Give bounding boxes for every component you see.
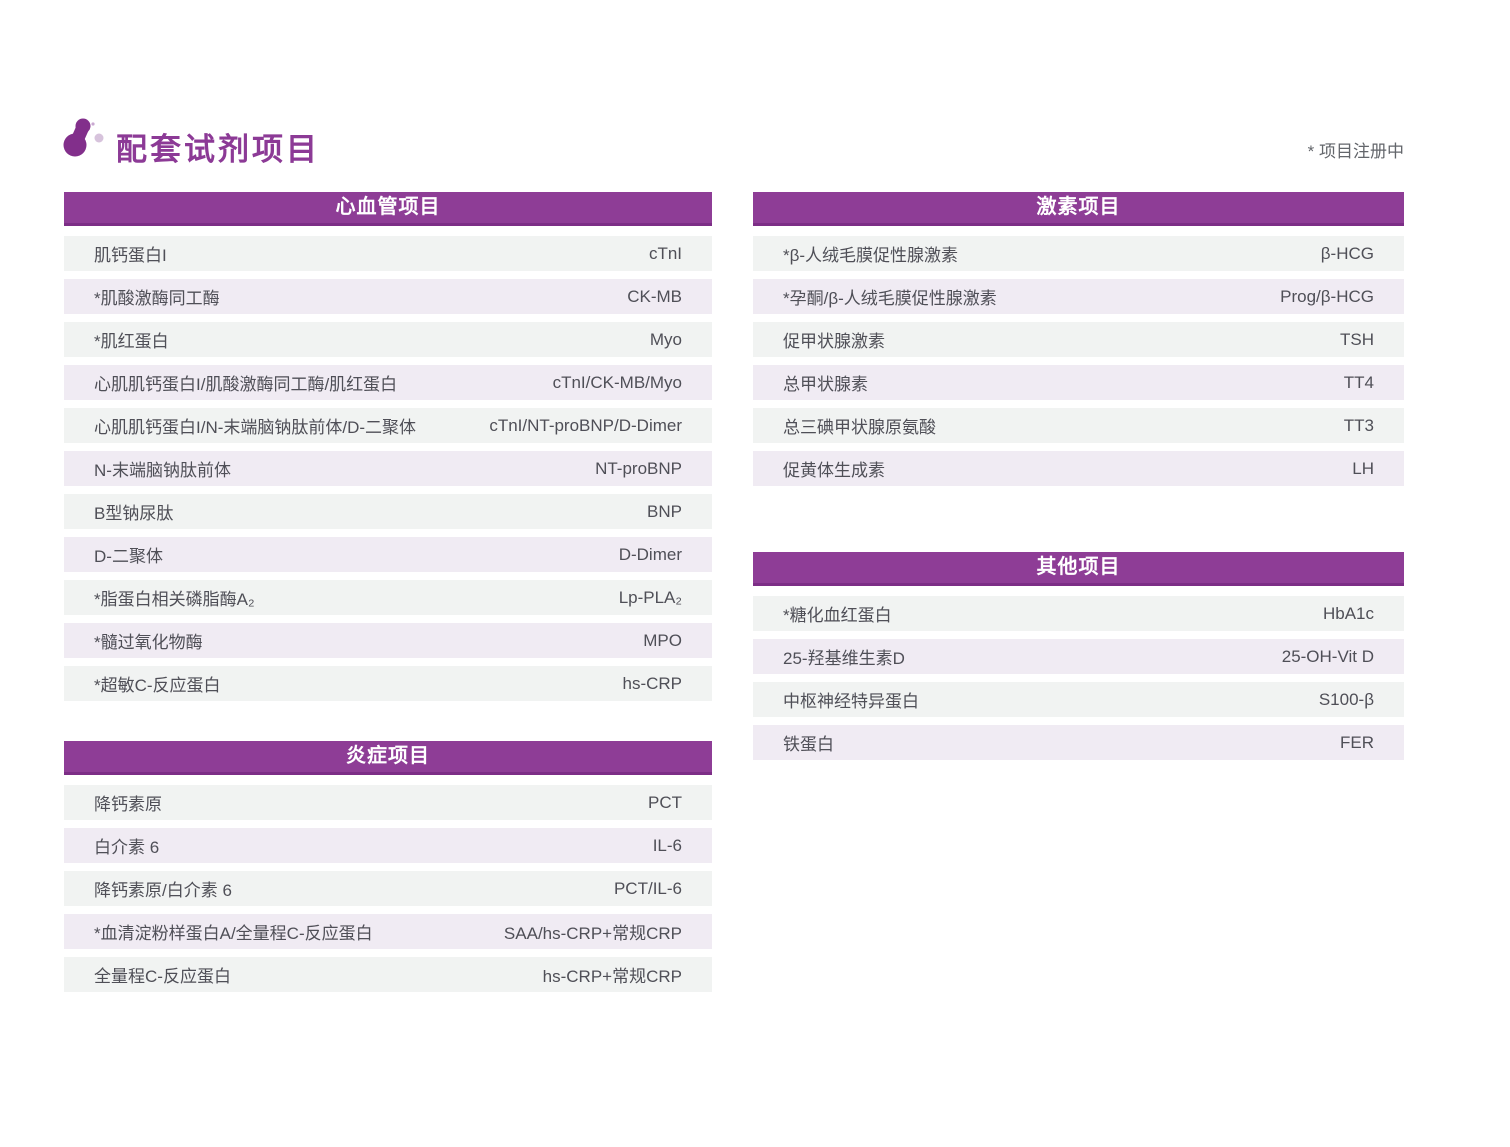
item-abbr: cTnI/CK-MB/Myo xyxy=(553,373,682,393)
table-row: 心肌肌钙蛋白I/N-末端脑钠肽前体/D-二聚体 cTnI/NT-proBNP/D… xyxy=(64,408,712,443)
item-abbr: D-Dimer xyxy=(619,545,682,565)
item-name: 白介素 6 xyxy=(94,833,159,858)
table-row: *孕酮/β-人绒毛膜促性腺激素 Prog/β-HCG xyxy=(753,279,1404,314)
table-row: *肌酸激酶同工酶 CK-MB xyxy=(64,279,712,314)
item-abbr: PCT/IL-6 xyxy=(614,879,682,899)
table-row: *糖化血红蛋白 HbA1c xyxy=(753,596,1404,631)
table-row: 铁蛋白 FER xyxy=(753,725,1404,760)
item-name: B型钠尿肽 xyxy=(94,499,173,524)
table-row: *肌红蛋白 Myo xyxy=(64,322,712,357)
item-name: 促黄体生成素 xyxy=(783,456,885,481)
table-row: 促甲状腺激素 TSH xyxy=(753,322,1404,357)
table-rows: *β-人绒毛膜促性腺激素 β-HCG *孕酮/β-人绒毛膜促性腺激素 Prog/… xyxy=(753,236,1404,486)
table-row: 降钙素原/白介素 6 PCT/IL-6 xyxy=(64,871,712,906)
table-row: 肌钙蛋白I cTnI xyxy=(64,236,712,271)
table-row: 降钙素原 PCT xyxy=(64,785,712,820)
table-header-other: 其他项目 xyxy=(753,552,1404,586)
item-name: 肌钙蛋白I xyxy=(94,241,167,266)
item-name: *髓过氧化物酶 xyxy=(94,628,203,653)
item-name: 促甲状腺激素 xyxy=(783,327,885,352)
table-row: N-末端脑钠肽前体 NT-proBNP xyxy=(64,451,712,486)
page-title: 配套试剂项目 xyxy=(116,124,320,169)
item-name: 25-羟基维生素D xyxy=(783,644,905,669)
item-name: N-末端脑钠肽前体 xyxy=(94,456,231,481)
item-abbr: hs-CRP xyxy=(622,674,682,694)
item-name: D-二聚体 xyxy=(94,542,163,567)
item-name: 降钙素原/白介素 6 xyxy=(94,876,232,901)
registration-note: * 项目注册中 xyxy=(753,137,1404,162)
table-hormone: 激素项目 *β-人绒毛膜促性腺激素 β-HCG *孕酮/β-人绒毛膜促性腺激素 … xyxy=(753,192,1404,494)
item-abbr: FER xyxy=(1340,733,1374,753)
table-row: D-二聚体 D-Dimer xyxy=(64,537,712,572)
item-name: *肌酸激酶同工酶 xyxy=(94,284,220,309)
table-row: 25-羟基维生素D 25-OH-Vit D xyxy=(753,639,1404,674)
item-abbr: cTnI xyxy=(649,244,682,264)
item-name: 全量程C-反应蛋白 xyxy=(94,962,231,987)
item-abbr: Myo xyxy=(650,330,682,350)
table-rows: 降钙素原 PCT 白介素 6 IL-6 降钙素原/白介素 6 PCT/IL-6 … xyxy=(64,785,712,992)
item-abbr: Lp-PLA₂ xyxy=(619,588,682,608)
table-row: *血清淀粉样蛋白A/全量程C-反应蛋白 SAA/hs-CRP+常规CRP xyxy=(64,914,712,949)
item-name: 总三碘甲状腺原氨酸 xyxy=(783,413,936,438)
table-header-cardiovascular: 心血管项目 xyxy=(64,192,712,226)
item-name: *孕酮/β-人绒毛膜促性腺激素 xyxy=(783,284,997,309)
item-name: *血清淀粉样蛋白A/全量程C-反应蛋白 xyxy=(94,919,373,944)
item-name: 心肌肌钙蛋白I/肌酸激酶同工酶/肌红蛋白 xyxy=(94,370,397,395)
item-abbr: CK-MB xyxy=(627,287,682,307)
item-name: 降钙素原 xyxy=(94,790,162,815)
table-row: 中枢神经特异蛋白 S100-β xyxy=(753,682,1404,717)
item-name: 中枢神经特异蛋白 xyxy=(783,687,919,712)
table-row: 心肌肌钙蛋白I/肌酸激酶同工酶/肌红蛋白 cTnI/CK-MB/Myo xyxy=(64,365,712,400)
item-abbr: 25-OH-Vit D xyxy=(1282,647,1374,667)
item-name: *糖化血红蛋白 xyxy=(783,601,892,626)
item-abbr: TSH xyxy=(1340,330,1374,350)
item-name: 铁蛋白 xyxy=(783,730,834,755)
item-abbr: NT-proBNP xyxy=(595,459,682,479)
table-row: 白介素 6 IL-6 xyxy=(64,828,712,863)
item-abbr: IL-6 xyxy=(653,836,682,856)
table-header-hormone: 激素项目 xyxy=(753,192,1404,226)
table-row: 总甲状腺素 TT4 xyxy=(753,365,1404,400)
item-abbr: β-HCG xyxy=(1321,244,1374,264)
item-name: *肌红蛋白 xyxy=(94,327,169,352)
item-abbr: TT4 xyxy=(1344,373,1374,393)
item-abbr: LH xyxy=(1352,459,1374,479)
table-row: B型钠尿肽 BNP xyxy=(64,494,712,529)
item-abbr: Prog/β-HCG xyxy=(1280,287,1374,307)
table-row: *脂蛋白相关磷脂酶A₂ Lp-PLA₂ xyxy=(64,580,712,615)
item-name: *超敏C-反应蛋白 xyxy=(94,671,221,696)
table-other: 其他项目 *糖化血红蛋白 HbA1c 25-羟基维生素D 25-OH-Vit D… xyxy=(753,552,1404,768)
item-abbr: cTnI/NT-proBNP/D-Dimer xyxy=(489,416,682,436)
table-rows: *糖化血红蛋白 HbA1c 25-羟基维生素D 25-OH-Vit D 中枢神经… xyxy=(753,596,1404,760)
item-abbr: PCT xyxy=(648,793,682,813)
table-inflammation: 炎症项目 降钙素原 PCT 白介素 6 IL-6 降钙素原/白介素 6 PCT/… xyxy=(64,741,712,1000)
item-name: *β-人绒毛膜促性腺激素 xyxy=(783,241,958,266)
table-row: *髓过氧化物酶 MPO xyxy=(64,623,712,658)
table-cardiovascular: 心血管项目 肌钙蛋白I cTnI *肌酸激酶同工酶 CK-MB *肌红蛋白 My… xyxy=(64,192,712,709)
item-abbr: MPO xyxy=(643,631,682,651)
item-abbr: BNP xyxy=(647,502,682,522)
item-abbr: HbA1c xyxy=(1323,604,1374,624)
table-row: 促黄体生成素 LH xyxy=(753,451,1404,486)
table-header-inflammation: 炎症项目 xyxy=(64,741,712,775)
item-name: 总甲状腺素 xyxy=(783,370,868,395)
item-abbr: S100-β xyxy=(1319,690,1374,710)
item-abbr: TT3 xyxy=(1344,416,1374,436)
item-abbr: hs-CRP+常规CRP xyxy=(543,962,682,987)
table-rows: 肌钙蛋白I cTnI *肌酸激酶同工酶 CK-MB *肌红蛋白 Myo 心肌肌钙… xyxy=(64,236,712,701)
table-row: *超敏C-反应蛋白 hs-CRP xyxy=(64,666,712,701)
item-name: 心肌肌钙蛋白I/N-末端脑钠肽前体/D-二聚体 xyxy=(94,413,416,438)
table-row: *β-人绒毛膜促性腺激素 β-HCG xyxy=(753,236,1404,271)
item-abbr: SAA/hs-CRP+常规CRP xyxy=(504,919,682,944)
brochure-page: 配套试剂项目 * 项目注册中 心血管项目 肌钙蛋白I cTnI *肌酸激酶同工酶… xyxy=(0,0,1510,1147)
table-row: 总三碘甲状腺原氨酸 TT3 xyxy=(753,408,1404,443)
item-name: *脂蛋白相关磷脂酶A₂ xyxy=(94,585,255,610)
table-row: 全量程C-反应蛋白 hs-CRP+常规CRP xyxy=(64,957,712,992)
gourd-drop-logo-icon xyxy=(60,112,112,164)
